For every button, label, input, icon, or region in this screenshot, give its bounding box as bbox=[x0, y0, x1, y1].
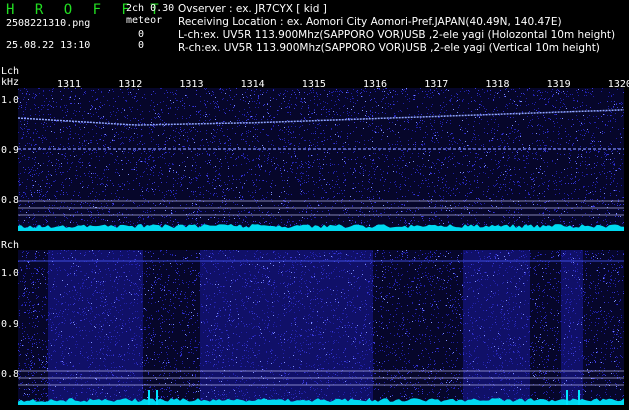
lch-waterfall bbox=[18, 88, 624, 231]
rch-tick-0-8: 0.8 bbox=[1, 369, 20, 380]
lch-tick-0-9: 0.9 bbox=[1, 145, 20, 156]
rch-info: R-ch:ex. UV5R 113.900Mhz(SAPPORO VOR)USB… bbox=[178, 42, 600, 54]
lch-info: L-ch:ex. UV5R 113.900Mhz(SAPPORO VOR)USB… bbox=[178, 29, 616, 41]
lch-tick-1-0: 1.0 bbox=[1, 95, 20, 106]
lch-tick-0-8: 0.8 bbox=[1, 195, 20, 206]
filename-label: 2508221310.png bbox=[6, 18, 91, 29]
rch-tick-1-0: 1.0 bbox=[1, 268, 20, 279]
rch-tick-0-9: 0.9 bbox=[1, 319, 20, 330]
location-info: Receiving Location : ex. Aomori City Aom… bbox=[178, 16, 562, 28]
rch-waterfall bbox=[18, 250, 624, 405]
lch-spectrogram bbox=[18, 88, 624, 231]
meteor-label: meteor bbox=[126, 15, 163, 26]
rch-spectrogram bbox=[18, 250, 624, 405]
observer-info: Ovserver : ex. JR7CYX [ kid ] bbox=[178, 3, 327, 15]
version-label: 2ch 0.30 bbox=[126, 3, 175, 14]
meteor-count-r: 0 bbox=[138, 40, 145, 51]
rch-label: Rch bbox=[1, 240, 20, 251]
lch-label: Lch bbox=[1, 66, 20, 77]
datetime-label: 25.08.22 13:10 bbox=[6, 40, 91, 51]
lch-unit: kHz bbox=[1, 77, 20, 88]
